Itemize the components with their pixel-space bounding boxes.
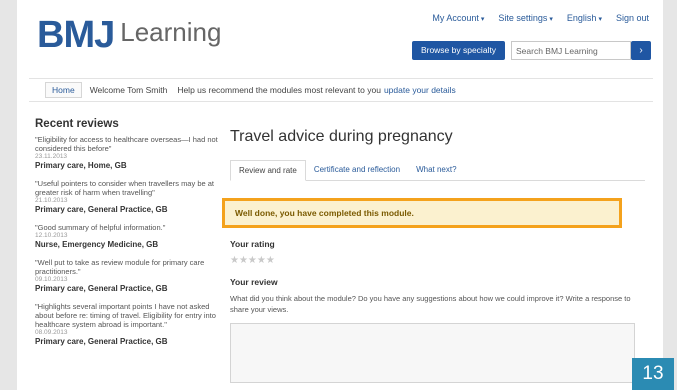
review-quote: "Eligibility for access to healthcare ov… [35,135,218,153]
search-go-button[interactable]: › [631,41,651,60]
sign-out-link[interactable]: Sign out [616,13,649,23]
tab-review-and-rate[interactable]: Review and rate [230,160,306,181]
top-navigation: My Account ▾ Site settings ▾ English ▾ Sign… [432,13,649,23]
module-main: Travel advice during pregnancy Review an… [222,128,645,383]
browse-by-specialty-button[interactable]: Browse by specialty [412,41,505,60]
review-item: "Eligibility for access to healthcare ov… [35,135,225,171]
recent-reviews: Recent reviews "Eligibility for access t… [35,118,225,355]
tab-what-next[interactable]: What next? [408,160,464,180]
language-link[interactable]: English ▾ [567,13,602,23]
welcome-bar: Home Welcome Tom Smith Help us recommend… [29,78,653,102]
review-date: 08.09.2013 [35,329,68,336]
completion-message: Well done, you have completed this modul… [222,198,622,228]
review-date: 21.10.2013 [35,197,68,204]
your-review-label: Your review [230,277,278,287]
review-quote: "Good summary of helpful information." [35,223,166,232]
star-rating-icons[interactable]: ★★★★★ [230,255,645,266]
review-item: "Highlights several important points I h… [35,302,225,347]
review-date: 23.11.2013 [35,153,68,160]
review-date: 12.10.2013 [35,232,68,239]
review-author: Primary care, General Practice, GB [35,284,168,293]
review-author: Primary care, Home, GB [35,161,127,170]
site-settings-label: Site settings [498,13,548,23]
home-tab[interactable]: Home [45,82,82,98]
tab-certificate-and-reflection[interactable]: Certificate and reflection [306,160,408,180]
review-item: "Well put to take as review module for p… [35,258,225,294]
my-account-label: My Account [432,13,479,23]
review-date: 09.10.2013 [35,276,68,283]
sign-out-label: Sign out [615,13,649,23]
help-text: Help us recommend the modules most relev… [177,85,381,95]
caret-down-icon: ▾ [480,16,485,23]
review-quote: "Well put to take as review module for p… [35,258,205,276]
logo-learning: Learning [120,17,222,47]
review-prompt: What did you think about the module? Do … [230,294,631,314]
site-settings-link[interactable]: Site settings ▾ [498,13,553,23]
your-rating-label: Your rating [230,239,275,249]
review-author: Primary care, General Practice, GB [35,205,168,214]
review-textarea[interactable] [230,323,635,383]
recent-reviews-title: Recent reviews [35,118,119,130]
review-author: Primary care, General Practice, GB [35,337,168,346]
module-tabs: Review and rate Certificate and reflecti… [230,160,645,181]
welcome-text: Welcome Tom Smith [89,85,168,95]
caret-down-icon: ▾ [549,16,553,23]
caret-down-icon: ▾ [598,16,602,23]
page: BMJ Learning My Account ▾ Site settings ▾ … [17,0,663,390]
language-label: English [566,13,597,23]
logo-bmj: BMJ [37,14,115,56]
review-item: "Good summary of helpful information." 1… [35,223,225,250]
review-author: Nurse, Emergency Medicine, GB [35,240,159,249]
search-input[interactable] [511,41,631,60]
update-details-link[interactable]: update your details [384,85,456,95]
bmj-learning-logo[interactable]: BMJ Learning [37,16,221,54]
review-item: "Useful pointers to consider when travel… [35,179,225,215]
review-quote: "Highlights several important points I h… [35,302,216,329]
page-number-badge: 13 [632,358,674,390]
my-account-link[interactable]: My Account ▾ [432,13,484,23]
page-title: Travel advice during pregnancy [230,128,453,145]
review-quote: "Useful pointers to consider when travel… [35,179,214,197]
